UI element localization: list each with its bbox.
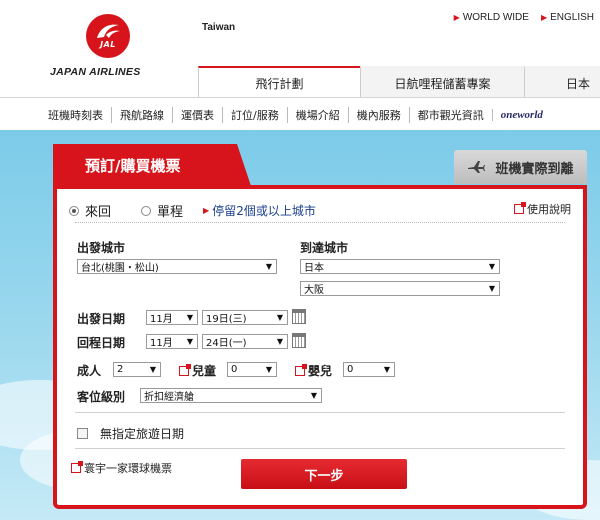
tab-booking[interactable]: 預訂/購買機票 [53,144,251,186]
depart-city-label: 出發城市 [77,241,126,255]
crane-logo-icon: JAL [86,14,130,58]
flight-status-label: 班機實際到離 [495,161,574,177]
next-button[interactable]: 下一步 [241,459,407,489]
dropdown-arrow-icon: ▼ [488,284,495,293]
external-link-icon [179,363,191,376]
region-label: Taiwan [202,22,236,33]
dropdown-arrow-icon: ▼ [276,313,283,322]
return-month-select[interactable]: 11月 ▼ [146,334,198,349]
one-way-label: 單程 [157,205,184,220]
nav-routes[interactable]: 飛航路線 [111,107,172,123]
triangle-right-icon: ▶ [453,13,460,22]
trip-type-row: 來回 單程 ▶ 停留2個或以上城市 [69,201,316,220]
tab-japan[interactable]: 日本 [524,66,600,98]
top-links: ▶ WORLD WIDE ▶ ENGLISH [454,12,594,23]
multi-city-link[interactable]: ▶ 停留2個或以上城市 [203,202,316,219]
divider [75,412,565,413]
flexible-dates-label: 無指定旅遊日期 [100,427,185,441]
flexible-dates-checkbox[interactable] [77,428,88,439]
depart-day-select[interactable]: 19日(三) ▼ [202,310,288,325]
child-info-link[interactable]: 兒童 [179,362,216,379]
external-link-icon [71,461,83,473]
dropdown-arrow-icon: ▼ [186,337,193,346]
adult-label: 成人 [77,364,102,378]
nav-inflight[interactable]: 機內服務 [347,107,409,123]
external-link-icon [295,363,307,376]
nav-fares[interactable]: 運價表 [172,107,222,123]
nav-oneworld[interactable]: oneworld [491,109,551,121]
world-ticket-link[interactable]: 寰宇一家環球機票 [71,460,172,476]
dropdown-arrow-icon: ▼ [265,262,272,271]
tab-flight-status[interactable]: 班機實際到離 [454,150,587,184]
infant-count-select[interactable]: 0 ▼ [343,362,395,377]
divider [75,222,565,223]
arrive-country-select[interactable]: 日本 ▼ [300,259,500,274]
tab-flight-plan[interactable]: 飛行計劃 [198,66,360,98]
infant-info-link[interactable]: 嬰兒 [295,362,332,379]
site-header: JAL JAPAN AIRLINES Taiwan ▶ WORLD WIDE ▶ E… [0,0,600,98]
dropdown-arrow-icon: ▼ [149,365,156,374]
nav-booking-services[interactable]: 訂位/服務 [222,107,287,123]
sub-navigation: 班機時刻表 飛航路線 運價表 訂位/服務 機場介紹 機內服務 都市觀光資訊 on… [40,103,551,127]
header-divider [0,97,600,98]
radio-one-way[interactable] [141,205,152,216]
arrive-city-select[interactable]: 大阪 ▼ [300,281,500,296]
child-count-select[interactable]: 0 ▼ [227,362,277,377]
return-date-label: 回程日期 [77,336,126,350]
jal-logo[interactable]: JAL JAPAN AIRLINES [50,14,168,80]
calendar-icon[interactable] [292,309,306,324]
dropdown-arrow-icon: ▼ [310,391,317,400]
crane-icon [97,24,120,38]
cabin-class-select[interactable]: 折扣經濟艙 ▼ [140,388,322,403]
dropdown-arrow-icon: ▼ [383,365,390,374]
dropdown-arrow-icon: ▼ [488,262,495,271]
triangle-right-icon: ▶ [540,13,548,22]
radio-round-trip[interactable] [69,205,79,216]
round-trip-label: 來回 [85,205,112,220]
adult-count-select[interactable]: 2 ▼ [113,362,161,377]
class-label: 客位級別 [77,390,126,404]
help-link[interactable]: 使用說明 [514,201,571,217]
tab-mileage-bank[interactable]: 日航哩程儲蓄專案 [360,66,524,98]
booking-form: 來回 單程 ▶ 停留2個或以上城市 使用說明 出發城市 台北(桃園・松山) ▼ 到達… [53,185,587,509]
logo-text: JAPAN AIRLINES [50,66,141,78]
nav-city-guide[interactable]: 都市觀光資訊 [408,107,492,123]
english-link[interactable]: ▶ ENGLISH [541,12,594,23]
arrive-city-label: 到達城市 [300,241,349,255]
calendar-icon[interactable] [292,333,306,348]
nav-timetable[interactable]: 班機時刻表 [40,107,111,123]
depart-date-label: 出發日期 [77,312,126,326]
triangle-right-icon: ▶ [203,206,210,215]
return-day-select[interactable]: 24日(一) ▼ [202,334,288,349]
depart-city-select[interactable]: 台北(桃園・松山) ▼ [77,259,277,274]
external-link-icon [514,202,526,214]
airplane-icon [468,161,486,173]
dropdown-arrow-icon: ▼ [186,313,193,322]
dropdown-arrow-icon: ▼ [276,337,283,346]
logo-mark: JAL [100,40,116,49]
dropdown-arrow-icon: ▼ [265,365,272,374]
depart-month-select[interactable]: 11月 ▼ [146,310,198,325]
flexible-dates-row: 無指定旅遊日期 [77,425,184,442]
worldwide-link[interactable]: ▶ WORLD WIDE [454,12,529,23]
nav-airports[interactable]: 機場介紹 [286,107,348,123]
divider [75,448,565,449]
main-tabs: 飛行計劃 日航哩程儲蓄專案 日本 [198,66,600,98]
